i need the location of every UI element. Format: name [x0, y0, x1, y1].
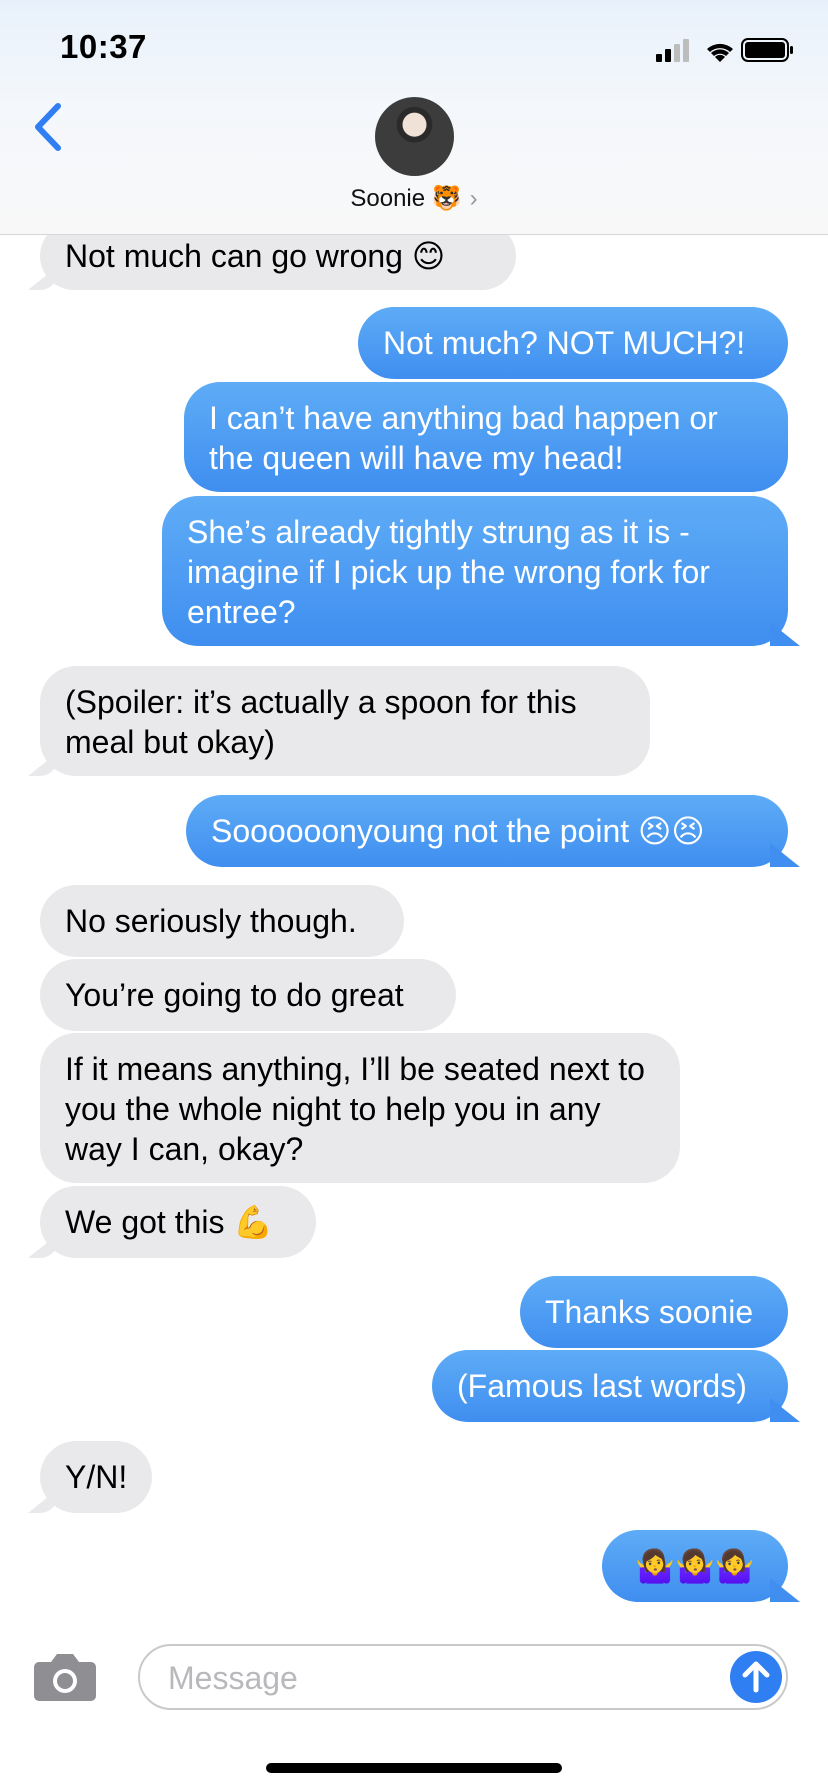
message-bubble-outgoing[interactable]: Soooooonyoung not the point 😣😣	[186, 795, 788, 867]
chevron-right-icon: ›	[469, 185, 478, 212]
send-button[interactable]	[730, 1651, 782, 1703]
message-bubble-outgoing[interactable]: She’s already tightly strung as it is - …	[162, 496, 788, 646]
signal-icon	[656, 39, 689, 62]
message-bubble-incoming[interactable]: Y/N!	[40, 1441, 152, 1513]
home-indicator[interactable]	[266, 1763, 562, 1773]
message-bubble-outgoing[interactable]: 🤷‍♀️🤷‍♀️🤷‍♀️	[602, 1530, 788, 1602]
message-bubble-incoming[interactable]: We got this 💪	[40, 1186, 316, 1258]
contact-avatar[interactable]	[375, 97, 454, 176]
message-bubble-incoming[interactable]: (Spoiler: it’s actually a spoon for this…	[40, 666, 650, 776]
back-chevron-icon[interactable]	[28, 100, 68, 154]
camera-icon[interactable]	[33, 1652, 97, 1702]
message-bubble-incoming[interactable]: You’re going to do great	[40, 959, 456, 1031]
status-icons	[656, 38, 793, 62]
conversation-header: 10:37 Soonie 🐯 ›	[0, 0, 828, 235]
wifi-icon	[707, 43, 733, 62]
arrow-up-icon	[742, 1661, 770, 1693]
message-bubble-outgoing[interactable]: (Famous last words)	[432, 1350, 788, 1422]
message-bubble-incoming[interactable]: If it means anything, I’ll be seated nex…	[40, 1033, 680, 1183]
message-bubble-outgoing[interactable]: I can’t have anything bad happen or the …	[184, 382, 788, 492]
contact-name-button[interactable]: Soonie 🐯 ›	[0, 184, 828, 213]
message-bubble-outgoing[interactable]: Not much? NOT MUCH?!	[358, 307, 788, 379]
message-bubble-outgoing[interactable]: Thanks soonie	[520, 1276, 788, 1348]
contact-name: Soonie 🐯	[350, 185, 462, 212]
message-input[interactable]: Message	[138, 1644, 788, 1710]
message-placeholder: Message	[168, 1660, 298, 1696]
status-time: 10:37	[60, 28, 147, 65]
message-bubble-incoming[interactable]: No seriously though.	[40, 885, 404, 957]
battery-icon	[741, 38, 793, 62]
